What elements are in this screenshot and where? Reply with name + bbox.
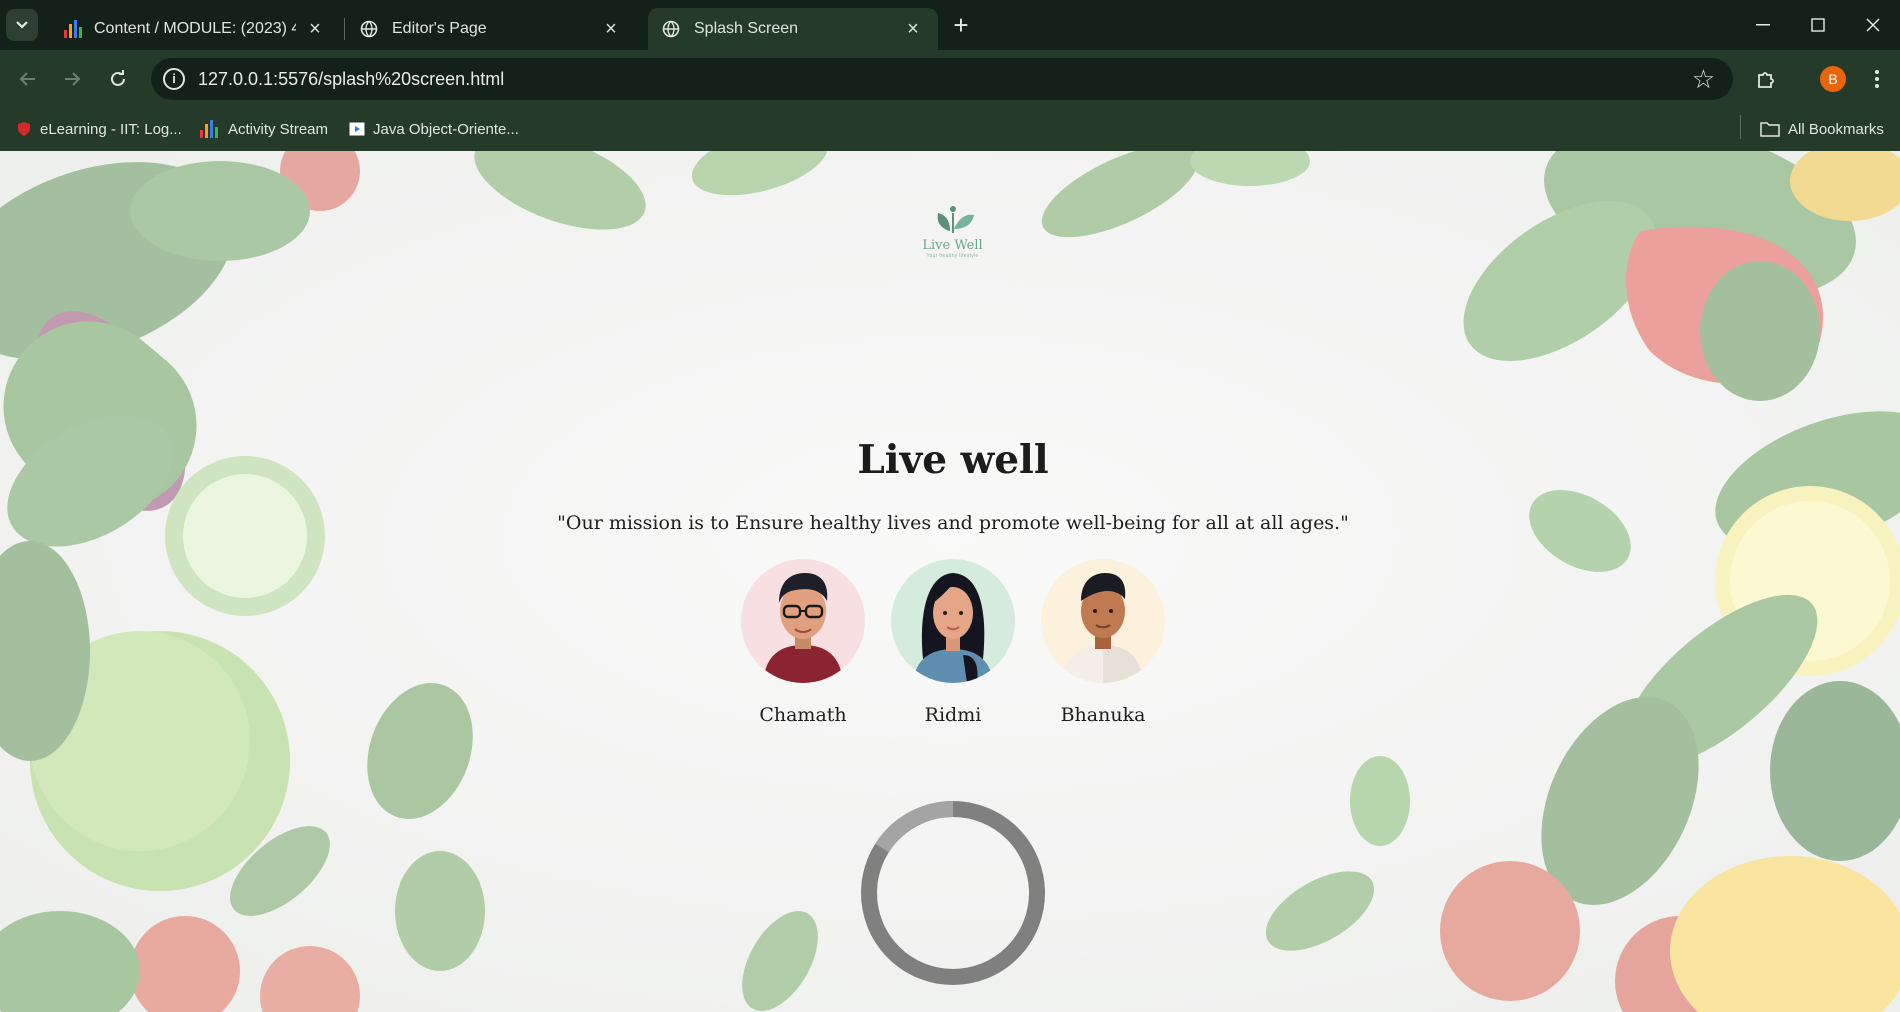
globe-icon — [662, 20, 680, 38]
back-arrow-icon — [19, 72, 35, 86]
tab-divider — [344, 18, 345, 40]
tab-content-module[interactable]: Content / MODULE: (2023) 4CO × — [50, 8, 340, 50]
new-tab-button[interactable]: + — [947, 12, 975, 40]
minimize-button[interactable] — [1740, 10, 1786, 40]
page-title: Live well — [857, 437, 1049, 483]
close-window-button[interactable] — [1850, 10, 1896, 40]
minimize-icon — [1756, 24, 1770, 26]
back-button[interactable] — [12, 63, 44, 95]
bookmark-elearning[interactable]: eLearning - IIT: Log... — [16, 116, 182, 142]
close-tab-icon[interactable]: × — [902, 18, 924, 40]
bookmark-star-icon[interactable]: ☆ — [1692, 64, 1715, 95]
forward-arrow-icon — [65, 72, 81, 86]
tab-strip: Content / MODULE: (2023) 4CO × Editor's … — [0, 0, 1900, 50]
site-info-icon[interactable]: i — [163, 68, 185, 90]
chart-favicon-icon — [64, 20, 82, 38]
splash-page: Live Well Your healthy lifestyle Live we… — [0, 151, 1900, 1012]
close-icon — [1866, 18, 1880, 32]
team-member-bhanuka: Bhanuka — [1028, 559, 1178, 726]
member-name: Chamath — [759, 704, 847, 726]
puzzle-icon — [1758, 72, 1774, 88]
toolbar: i 127.0.0.1:5576/splash%20screen.html ☆ — [0, 50, 1900, 108]
live-well-logo: Live Well Your healthy lifestyle — [905, 203, 1000, 259]
bookmark-label: All Bookmarks — [1788, 120, 1884, 138]
bookmark-java-oop[interactable]: Java Object-Oriente... — [349, 116, 519, 142]
close-tab-icon[interactable]: × — [304, 18, 326, 40]
avatar — [741, 559, 865, 683]
menu-button[interactable] — [1861, 63, 1893, 95]
kebab-menu-icon — [1875, 70, 1879, 88]
mission-statement: "Our mission is to Ensure healthy lives … — [557, 512, 1349, 534]
team-member-ridmi: Ridmi — [878, 559, 1028, 726]
maximize-button[interactable] — [1795, 10, 1841, 40]
bookmark-activity-stream[interactable]: Activity Stream — [200, 116, 328, 142]
woman-avatar-icon — [913, 573, 993, 683]
avatar — [891, 559, 1015, 683]
bookmarks-bar: eLearning - IIT: Log... Activity Stream … — [0, 108, 1900, 151]
shield-icon — [18, 122, 30, 136]
tab-editors-page[interactable]: Editor's Page × — [346, 8, 636, 50]
bookmark-label: Java Object-Oriente... — [373, 120, 519, 138]
member-name: Bhanuka — [1060, 704, 1146, 726]
chevron-down-icon — [16, 21, 28, 29]
url-text[interactable]: 127.0.0.1:5576/splash%20screen.html — [198, 69, 504, 90]
video-icon — [349, 122, 365, 136]
member-name: Ridmi — [924, 704, 982, 726]
tab-title: Splash Screen — [694, 20, 799, 37]
extensions-button[interactable] — [1750, 63, 1782, 95]
bookmarks-divider — [1740, 115, 1741, 139]
leaf-logo-icon — [937, 206, 974, 233]
logo-brand-text: Live Well — [922, 238, 983, 253]
tab-title: Content / MODULE: (2023) 4CO — [94, 20, 296, 37]
logo-tagline: Your healthy lifestyle — [926, 253, 979, 259]
tab-title: Editor's Page — [392, 20, 487, 37]
tab-splash-screen[interactable]: Splash Screen × — [648, 8, 938, 50]
team-member-chamath: Chamath — [728, 559, 878, 726]
loading-spinner — [861, 800, 1045, 985]
browser-chrome: Content / MODULE: (2023) 4CO × Editor's … — [0, 0, 1900, 151]
chart-favicon-icon — [200, 120, 218, 138]
reload-button[interactable] — [102, 63, 134, 95]
forward-button[interactable] — [56, 63, 88, 95]
bookmark-label: eLearning - IIT: Log... — [40, 120, 182, 138]
close-tab-icon[interactable]: × — [600, 18, 622, 40]
address-bar[interactable]: i 127.0.0.1:5576/splash%20screen.html ☆ — [151, 58, 1733, 100]
tab-search-button[interactable] — [6, 9, 38, 41]
globe-icon — [360, 20, 378, 38]
profile-avatar[interactable]: B — [1820, 66, 1846, 92]
reload-icon — [111, 70, 125, 86]
maximize-icon — [1811, 18, 1825, 32]
avatar — [1041, 559, 1165, 683]
man-glasses-avatar-icon — [763, 573, 843, 683]
folder-icon — [1760, 122, 1780, 137]
all-bookmarks-button[interactable]: All Bookmarks — [1760, 116, 1884, 142]
bookmark-label: Activity Stream — [228, 120, 329, 138]
man-avatar-icon — [1063, 573, 1143, 683]
